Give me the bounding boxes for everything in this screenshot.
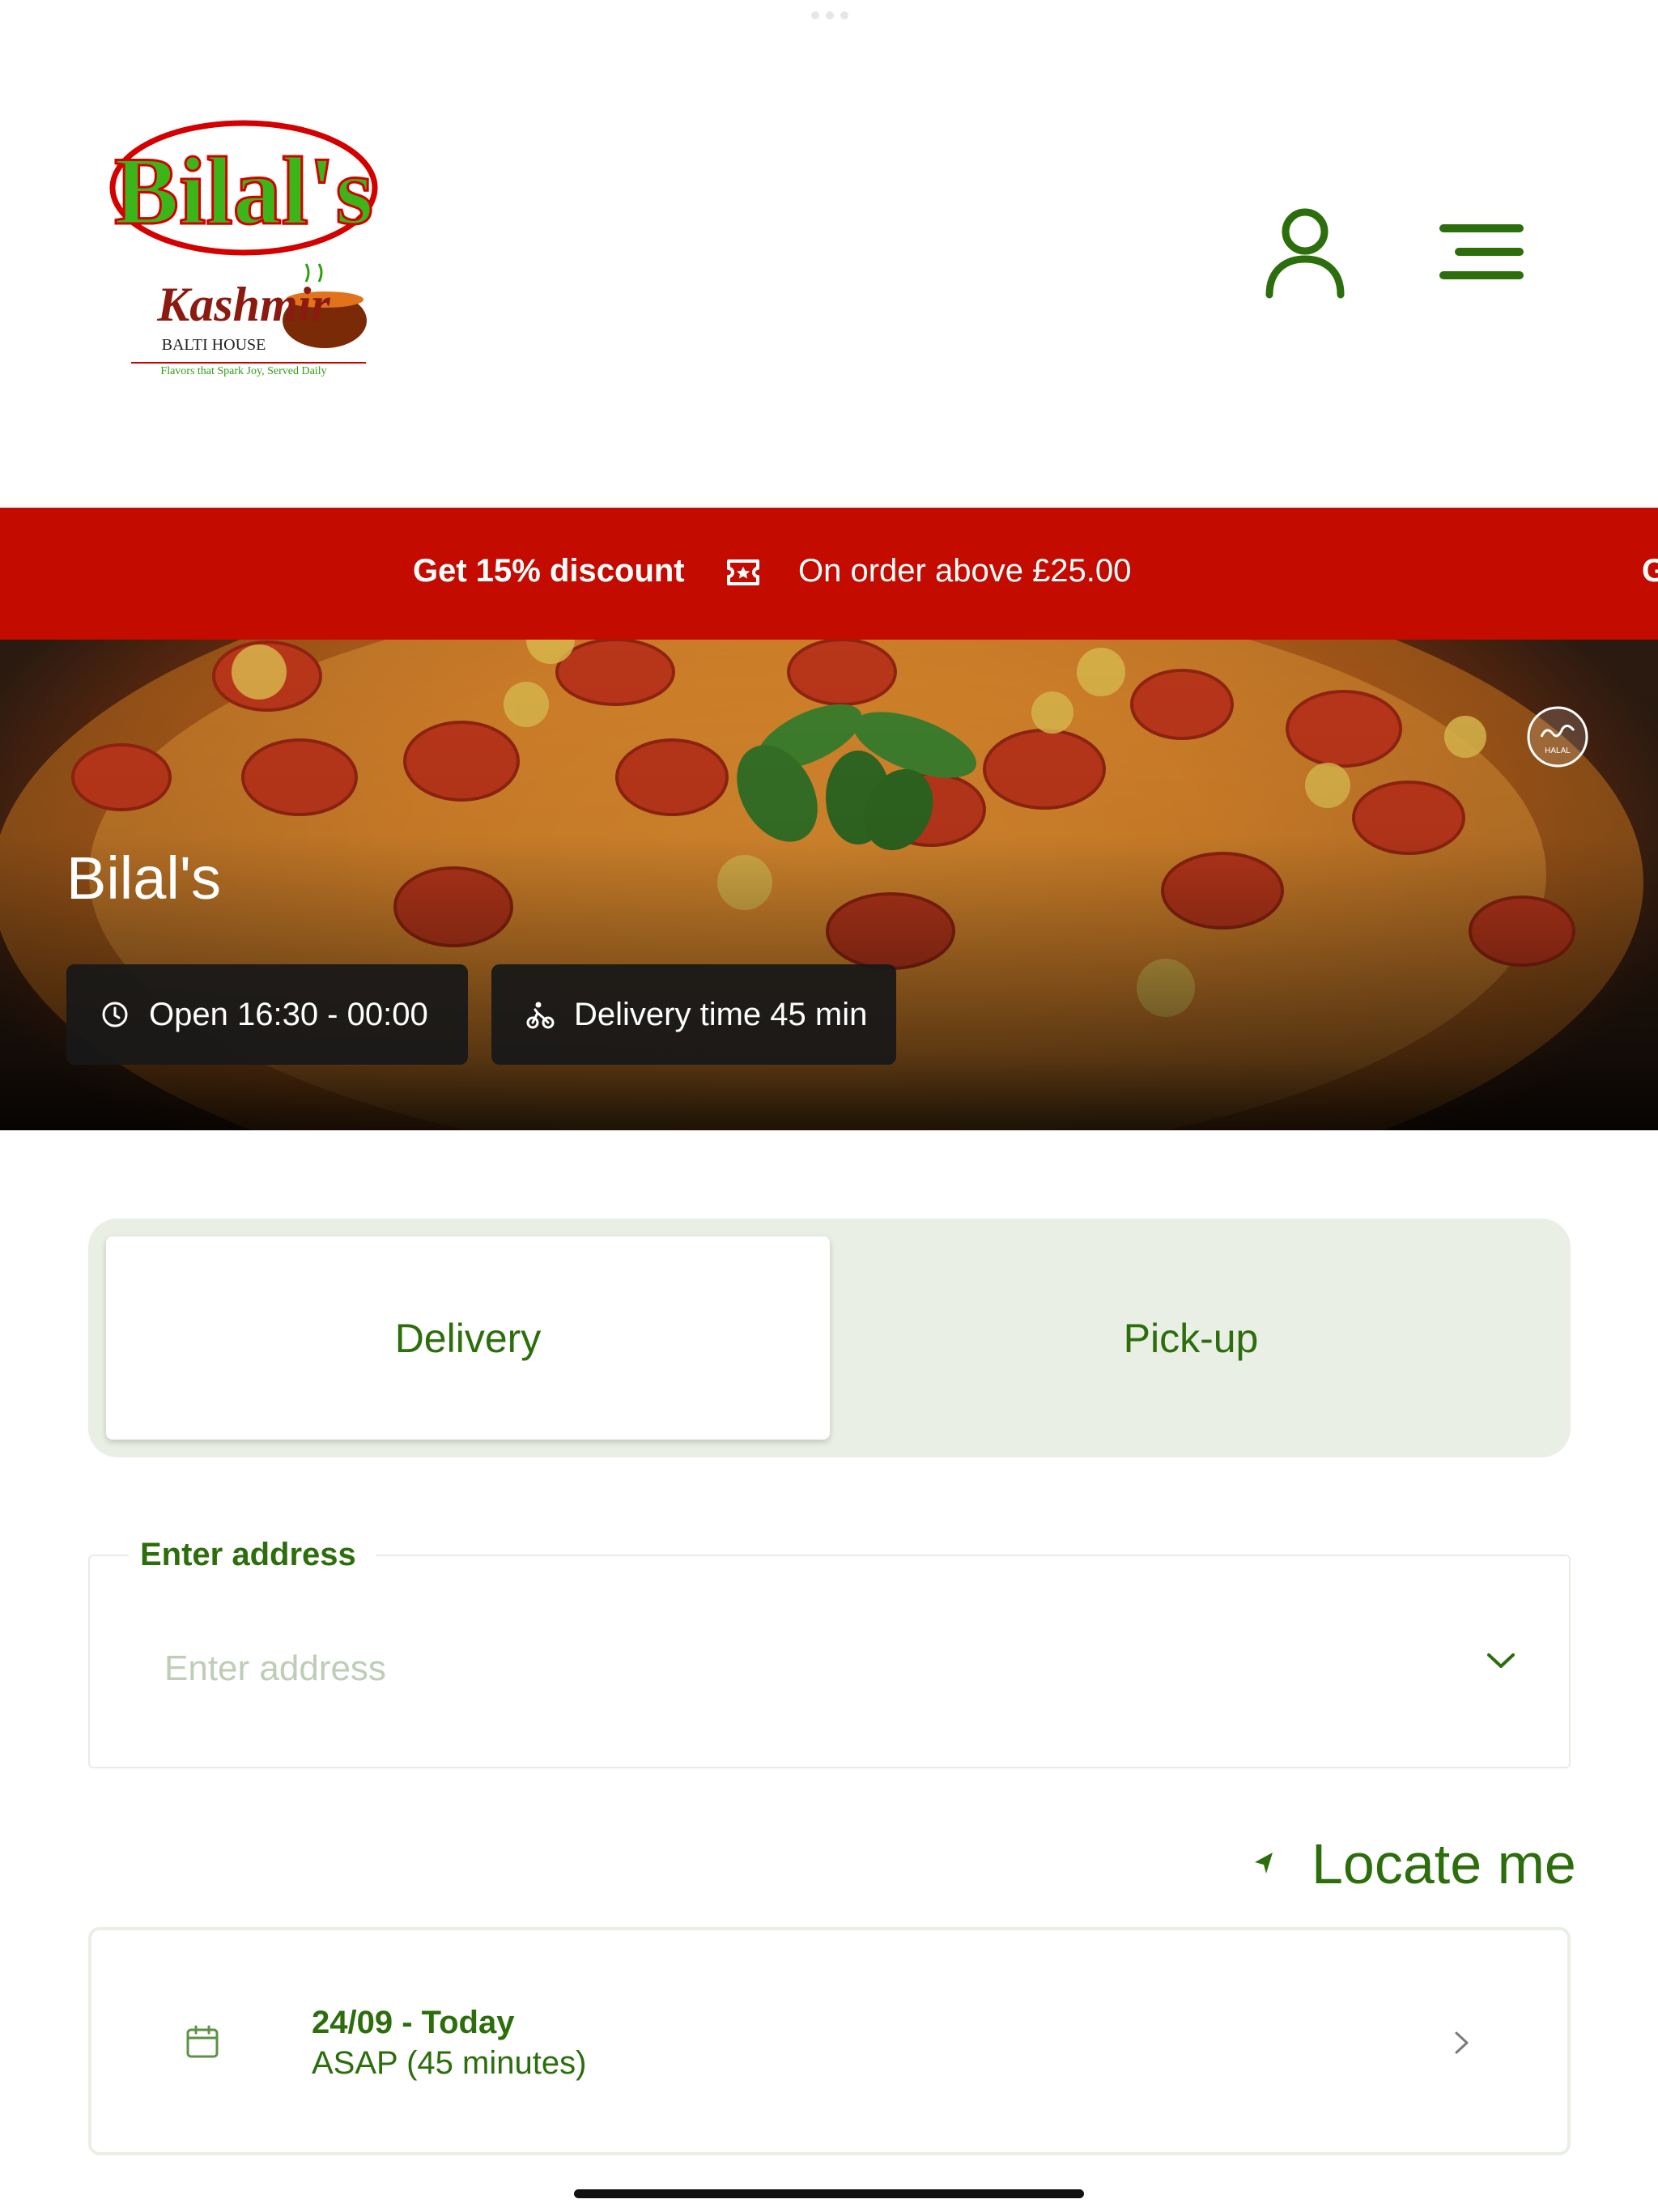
address-field-label: Enter address bbox=[129, 1537, 376, 1573]
calendar-icon bbox=[186, 2025, 219, 2058]
schedule-time: ASAP (45 minutes) bbox=[312, 2045, 587, 2081]
promo-marquee: Get 15% discount On order above £25.00 G… bbox=[0, 508, 1658, 640]
hamburger-menu-icon[interactable] bbox=[1439, 223, 1524, 280]
promo-banner[interactable]: Get 15% discount On order above £25.00 G… bbox=[0, 508, 1658, 640]
locate-me-button[interactable]: Locate me bbox=[1247, 1831, 1576, 1896]
svg-text:Kashmir: Kashmir bbox=[156, 278, 330, 331]
tab-delivery[interactable]: Delivery bbox=[106, 1236, 830, 1440]
chevron-right-icon bbox=[1455, 2031, 1469, 2054]
navigation-arrow-icon bbox=[1255, 1853, 1273, 1874]
schedule-date: 24/09 - Today bbox=[312, 2005, 515, 2040]
courier-bike-icon bbox=[526, 1002, 555, 1029]
window-handle-dots[interactable] bbox=[811, 11, 848, 19]
delivery-time-text: Delivery time 45 min bbox=[574, 996, 868, 1032]
address-field[interactable]: Enter address bbox=[88, 1537, 1571, 1768]
svg-text:Bilal's: Bilal's bbox=[114, 137, 373, 245]
locate-me-label: Locate me bbox=[1312, 1832, 1576, 1895]
address-input[interactable] bbox=[164, 1640, 1460, 1697]
opening-hours-chip: Open 16:30 - 00:00 bbox=[66, 964, 468, 1065]
hero-banner: HALAL Bilal's Open 16:30 - 00:00 Deliver… bbox=[0, 640, 1658, 1130]
delivery-time-chip: Delivery time 45 min bbox=[491, 964, 896, 1065]
ticket-icon bbox=[727, 559, 759, 585]
opening-hours-text: Open 16:30 - 00:00 bbox=[149, 996, 428, 1032]
restaurant-name: Bilal's bbox=[66, 844, 221, 912]
promo-title-repeat: Get 15% discount bbox=[1642, 553, 1658, 589]
restaurant-logo[interactable]: Bilal's Kashmir BALTI HOUSE Flavors that… bbox=[94, 120, 393, 379]
chevron-down-icon[interactable] bbox=[1481, 1640, 1521, 1681]
promo-title: Get 15% discount bbox=[413, 553, 685, 589]
svg-text:BALTI HOUSE: BALTI HOUSE bbox=[162, 336, 266, 354]
home-indicator[interactable] bbox=[574, 2189, 1084, 2198]
halal-badge-icon: HALAL bbox=[1527, 706, 1588, 768]
tab-pickup[interactable]: Pick-up bbox=[829, 1236, 1553, 1440]
svg-text:Flavors that Spark Joy, Served: Flavors that Spark Joy, Served Daily bbox=[160, 365, 326, 377]
user-icon[interactable] bbox=[1263, 204, 1347, 300]
svg-text:HALAL: HALAL bbox=[1545, 747, 1571, 755]
schedule-selector[interactable]: 24/09 - Today ASAP (45 minutes) bbox=[88, 1927, 1571, 2155]
order-type-switch: Delivery Pick-up bbox=[88, 1219, 1571, 1457]
promo-text: On order above £25.00 bbox=[798, 553, 1132, 589]
clock-icon bbox=[102, 1002, 128, 1027]
